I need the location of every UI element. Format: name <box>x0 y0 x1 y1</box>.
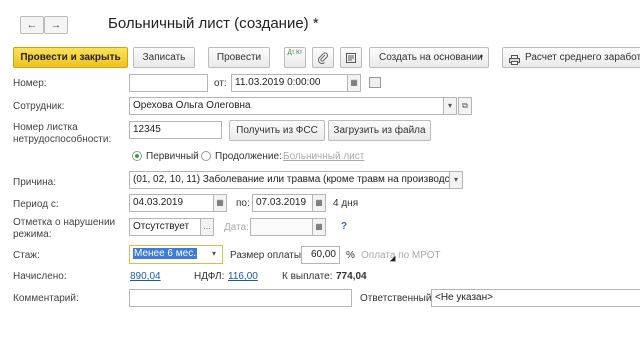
accrued-link[interactable]: 890,04 <box>130 271 161 283</box>
date-field[interactable]: 11.03.2019 0:00:00 <box>231 74 349 92</box>
post-button[interactable]: Провести <box>208 47 270 68</box>
to-pay-label: К выплате: <box>282 271 333 282</box>
comment-field[interactable] <box>129 289 352 307</box>
forward-button[interactable]: → <box>44 16 68 34</box>
open-item-icon: ⧉ <box>462 101 468 110</box>
save-button[interactable]: Записать <box>133 47 195 68</box>
reason-dropdown-button[interactable]: ▾ <box>449 171 463 189</box>
calc-average-earnings-button[interactable]: Расчет среднего заработка <box>502 47 640 68</box>
employee-label: Сотрудник: <box>13 101 65 112</box>
employee-open-button[interactable]: ⧉ <box>458 97 472 115</box>
mrot-checkbox-label[interactable]: Оплата по МРОТ <box>361 250 441 262</box>
employee-dropdown-button[interactable]: ▾ <box>443 97 457 115</box>
continuation-radio[interactable] <box>201 151 211 161</box>
ndfl-link[interactable]: 116,00 <box>228 271 258 283</box>
period-to-field[interactable]: 07.03.2019 <box>252 194 314 212</box>
to-pay-value: 774,04 <box>336 271 367 282</box>
period-to-label: по: <box>236 198 250 209</box>
dropdown-arrow-icon: ▾ <box>479 54 483 61</box>
number-label: Номер: <box>13 78 47 89</box>
period-label: Период с: <box>13 199 59 210</box>
calendar-icon: ▦ <box>350 78 358 87</box>
violation-label: Отметка о нарушении режима: <box>13 217 116 240</box>
primary-label: Первичный <box>146 151 199 162</box>
stazh-field[interactable]: Менее 6 мес. ▾ <box>129 245 223 264</box>
page-title: Больничный лист (создание) * <box>108 15 319 32</box>
post-and-close-button[interactable]: Провести и закрыть <box>13 47 128 68</box>
calendar-icon: ▦ <box>216 198 224 207</box>
calculator-icon[interactable] <box>369 77 381 88</box>
payment-size-field[interactable]: 60,00 <box>301 246 340 264</box>
continuation-link[interactable]: Больничный лист <box>283 151 364 163</box>
stazh-value: Менее 6 мес. <box>133 248 197 259</box>
period-from-calendar-button[interactable]: ▦ <box>213 194 227 212</box>
responsible-field[interactable]: <Не указан> <box>431 289 640 307</box>
stazh-label: Стаж: <box>13 250 40 261</box>
dropdown-arrow-icon: ▾ <box>447 101 452 110</box>
document-structure-icon <box>345 53 357 67</box>
create-based-on-label: Создать на основании <box>379 52 483 63</box>
date-label: от: <box>214 78 227 89</box>
accrued-label: Начислено: <box>13 271 67 282</box>
percent-sign: % <box>346 250 355 261</box>
back-button[interactable]: ← <box>20 16 44 34</box>
calendar-icon: ▦ <box>315 198 323 207</box>
help-icon[interactable]: ? <box>341 221 347 233</box>
dropdown-arrow-icon: ▾ <box>211 249 216 258</box>
violation-field[interactable]: Отсутствует <box>129 218 202 236</box>
violation-date-label: Дата: <box>224 222 249 233</box>
attach-button[interactable] <box>312 47 334 68</box>
dropdown-arrow-icon: ▾ <box>453 175 458 184</box>
sheet-number-label: Номер листка нетрудоспособности: <box>13 122 112 145</box>
violation-select-button[interactable]: … <box>200 218 214 236</box>
period-from-field[interactable]: 04.03.2019 <box>129 194 215 212</box>
calendar-icon: ▦ <box>315 222 323 231</box>
get-from-fss-button[interactable]: Получить из ФСС <box>229 120 325 141</box>
calendar-button[interactable]: ▦ <box>347 74 361 92</box>
primary-radio[interactable] <box>132 151 142 161</box>
dt-kt-button[interactable]: Дт Кт <box>284 47 306 68</box>
reason-label: Причина: <box>13 177 56 188</box>
employee-field[interactable]: Орехова Ольга Олеговна <box>129 97 445 115</box>
responsible-label: Ответственный: <box>360 293 435 304</box>
violation-date-calendar-button[interactable]: ▦ <box>312 218 326 236</box>
violation-date-field[interactable] <box>250 218 314 236</box>
period-days: 4 дня <box>333 198 359 209</box>
create-based-on-button[interactable]: Создать на основании ▾ <box>369 47 489 68</box>
sheet-number-field[interactable]: 12345 <box>129 121 222 139</box>
payment-size-label: Размер оплаты: <box>230 250 304 261</box>
structure-button[interactable] <box>340 47 362 68</box>
period-to-calendar-button[interactable]: ▦ <box>312 194 326 212</box>
reason-field[interactable]: (01, 02, 10, 11) Заболевание или травма … <box>129 171 451 189</box>
comment-label: Комментарий: <box>13 293 79 304</box>
printer-icon <box>509 53 520 72</box>
dt-kt-icon: Дт Кт <box>287 50 303 56</box>
load-from-file-button[interactable]: Загрузить из файла <box>328 120 431 141</box>
calc-average-earnings-label: Расчет среднего заработка <box>525 52 640 63</box>
ndfl-label: НДФЛ: <box>194 271 225 282</box>
number-field[interactable] <box>129 74 208 92</box>
continuation-label: Продолжение: <box>215 151 282 162</box>
paperclip-icon <box>317 52 329 67</box>
